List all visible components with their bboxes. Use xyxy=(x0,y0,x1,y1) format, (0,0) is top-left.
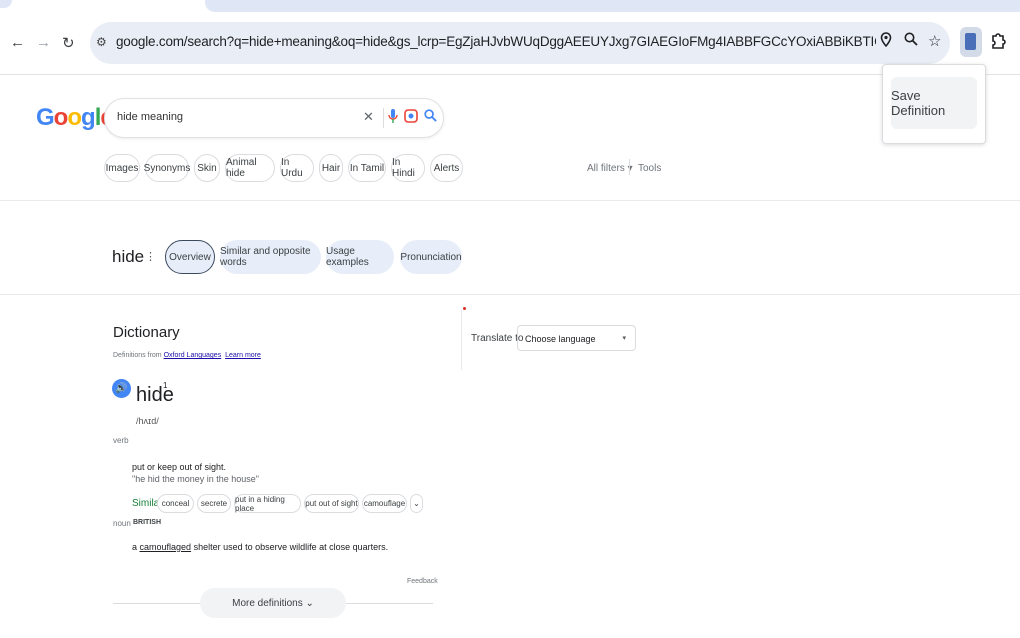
headword: hide xyxy=(136,384,174,406)
chip-images[interactable]: Images xyxy=(104,154,140,182)
bookmark-extension-icon xyxy=(965,33,976,50)
learn-more-link[interactable]: Learn more xyxy=(225,352,261,359)
chip-in-urdu[interactable]: In Urdu xyxy=(280,154,314,182)
search-icon[interactable] xyxy=(424,109,437,125)
back-arrow-icon[interactable]: ← xyxy=(10,34,25,51)
chip-skin[interactable]: Skin xyxy=(194,154,220,182)
headword-superscript: 1 xyxy=(163,381,168,390)
phonetic: /hʌɪd/ xyxy=(136,416,159,426)
chip-in-hindi[interactable]: In Hindi xyxy=(391,154,425,182)
camouflaged-link[interactable]: camouflaged xyxy=(140,542,192,552)
tab-usage-examples[interactable]: Usage examples xyxy=(326,240,394,274)
speaker-icon[interactable]: 🔊 xyxy=(112,379,131,398)
noun-definition: a camouflaged shelter used to observe wi… xyxy=(132,542,389,552)
tab-overview[interactable]: Overview xyxy=(165,240,215,274)
location-pin-icon[interactable] xyxy=(880,32,892,51)
verb-definition: put or keep out of sight. xyxy=(132,462,227,472)
voice-search-icon[interactable] xyxy=(388,108,398,127)
forward-arrow-icon[interactable]: → xyxy=(36,34,51,51)
divider xyxy=(383,108,384,128)
chip-in-tamil[interactable]: In Tamil xyxy=(348,154,386,182)
header-divider xyxy=(0,200,1020,201)
search-input[interactable]: hide meaning xyxy=(117,111,183,123)
dictionary-title: Dictionary xyxy=(113,324,180,341)
tab-edge xyxy=(0,0,12,8)
search-box[interactable]: hide meaning ✕ xyxy=(104,98,444,138)
address-bar[interactable]: ⚙ google.com/search?q=hide+meaning&oq=hi… xyxy=(90,22,950,64)
feedback-link[interactable]: Feedback xyxy=(407,578,438,585)
google-logo[interactable]: Google xyxy=(36,104,114,132)
dropdown-arrow-icon: ▾ xyxy=(622,335,626,342)
translate-label: Translate to xyxy=(471,333,524,344)
clear-icon[interactable]: ✕ xyxy=(363,109,374,125)
column-divider xyxy=(461,310,462,370)
synonym-chip[interactable]: camouflage xyxy=(362,494,407,513)
bookmark-star-icon[interactable]: ☆ xyxy=(928,32,941,50)
region-label: BRITISH xyxy=(133,519,161,526)
url-text[interactable]: google.com/search?q=hide+meaning&oq=hide… xyxy=(116,34,876,49)
filter-divider xyxy=(629,159,630,175)
more-definitions-button[interactable]: More definitions ⌄ xyxy=(200,588,346,618)
language-select[interactable]: Choose language ▾ xyxy=(517,325,636,351)
verb-example: "he hid the money in the house" xyxy=(132,474,259,484)
zoom-icon[interactable] xyxy=(904,32,918,50)
chip-animal-hide[interactable]: Animal hide xyxy=(225,154,275,182)
synonym-chip[interactable]: conceal xyxy=(157,494,194,513)
site-info-icon[interactable]: ⚙ xyxy=(96,35,107,49)
dictionary-source: Definitions from Oxford Languages Learn … xyxy=(113,352,261,359)
lens-icon[interactable] xyxy=(404,109,418,126)
extension-popup: Save Definition xyxy=(882,64,986,144)
topic-title: hide xyxy=(112,247,145,266)
tab-similar-opposite[interactable]: Similar and opposite words xyxy=(220,240,321,274)
expand-synonyms-icon[interactable]: ⌄ xyxy=(410,494,423,513)
all-filters-button[interactable]: All filters ▾ xyxy=(587,163,633,174)
part-of-speech-noun: noun xyxy=(113,519,131,528)
active-tab[interactable] xyxy=(205,0,1020,12)
red-dot xyxy=(463,307,466,310)
topic-divider xyxy=(0,294,1020,295)
chevron-down-icon: ⌄ xyxy=(305,597,314,609)
synonym-chip[interactable]: put in a hiding place xyxy=(234,494,301,513)
tab-strip xyxy=(0,0,1020,14)
synonym-chip[interactable]: put out of sight xyxy=(304,494,359,513)
oxford-languages-link[interactable]: Oxford Languages xyxy=(164,352,222,359)
save-definition-button[interactable]: Save Definition xyxy=(891,77,977,129)
tab-pronunciation[interactable]: Pronunciation xyxy=(400,240,462,274)
chip-synonyms[interactable]: Synonyms xyxy=(144,154,190,182)
synonym-chip[interactable]: secrete xyxy=(197,494,231,513)
chip-hair[interactable]: Hair xyxy=(319,154,343,182)
extensions-puzzle-icon[interactable] xyxy=(990,32,1006,57)
reload-icon[interactable]: ↻ xyxy=(62,34,75,52)
tools-button[interactable]: Tools xyxy=(638,163,661,174)
chip-alerts[interactable]: Alerts xyxy=(430,154,463,182)
part-of-speech-verb: verb xyxy=(113,436,129,445)
extension-button[interactable] xyxy=(960,27,982,57)
more-options-icon[interactable]: ⋮ xyxy=(145,250,156,263)
